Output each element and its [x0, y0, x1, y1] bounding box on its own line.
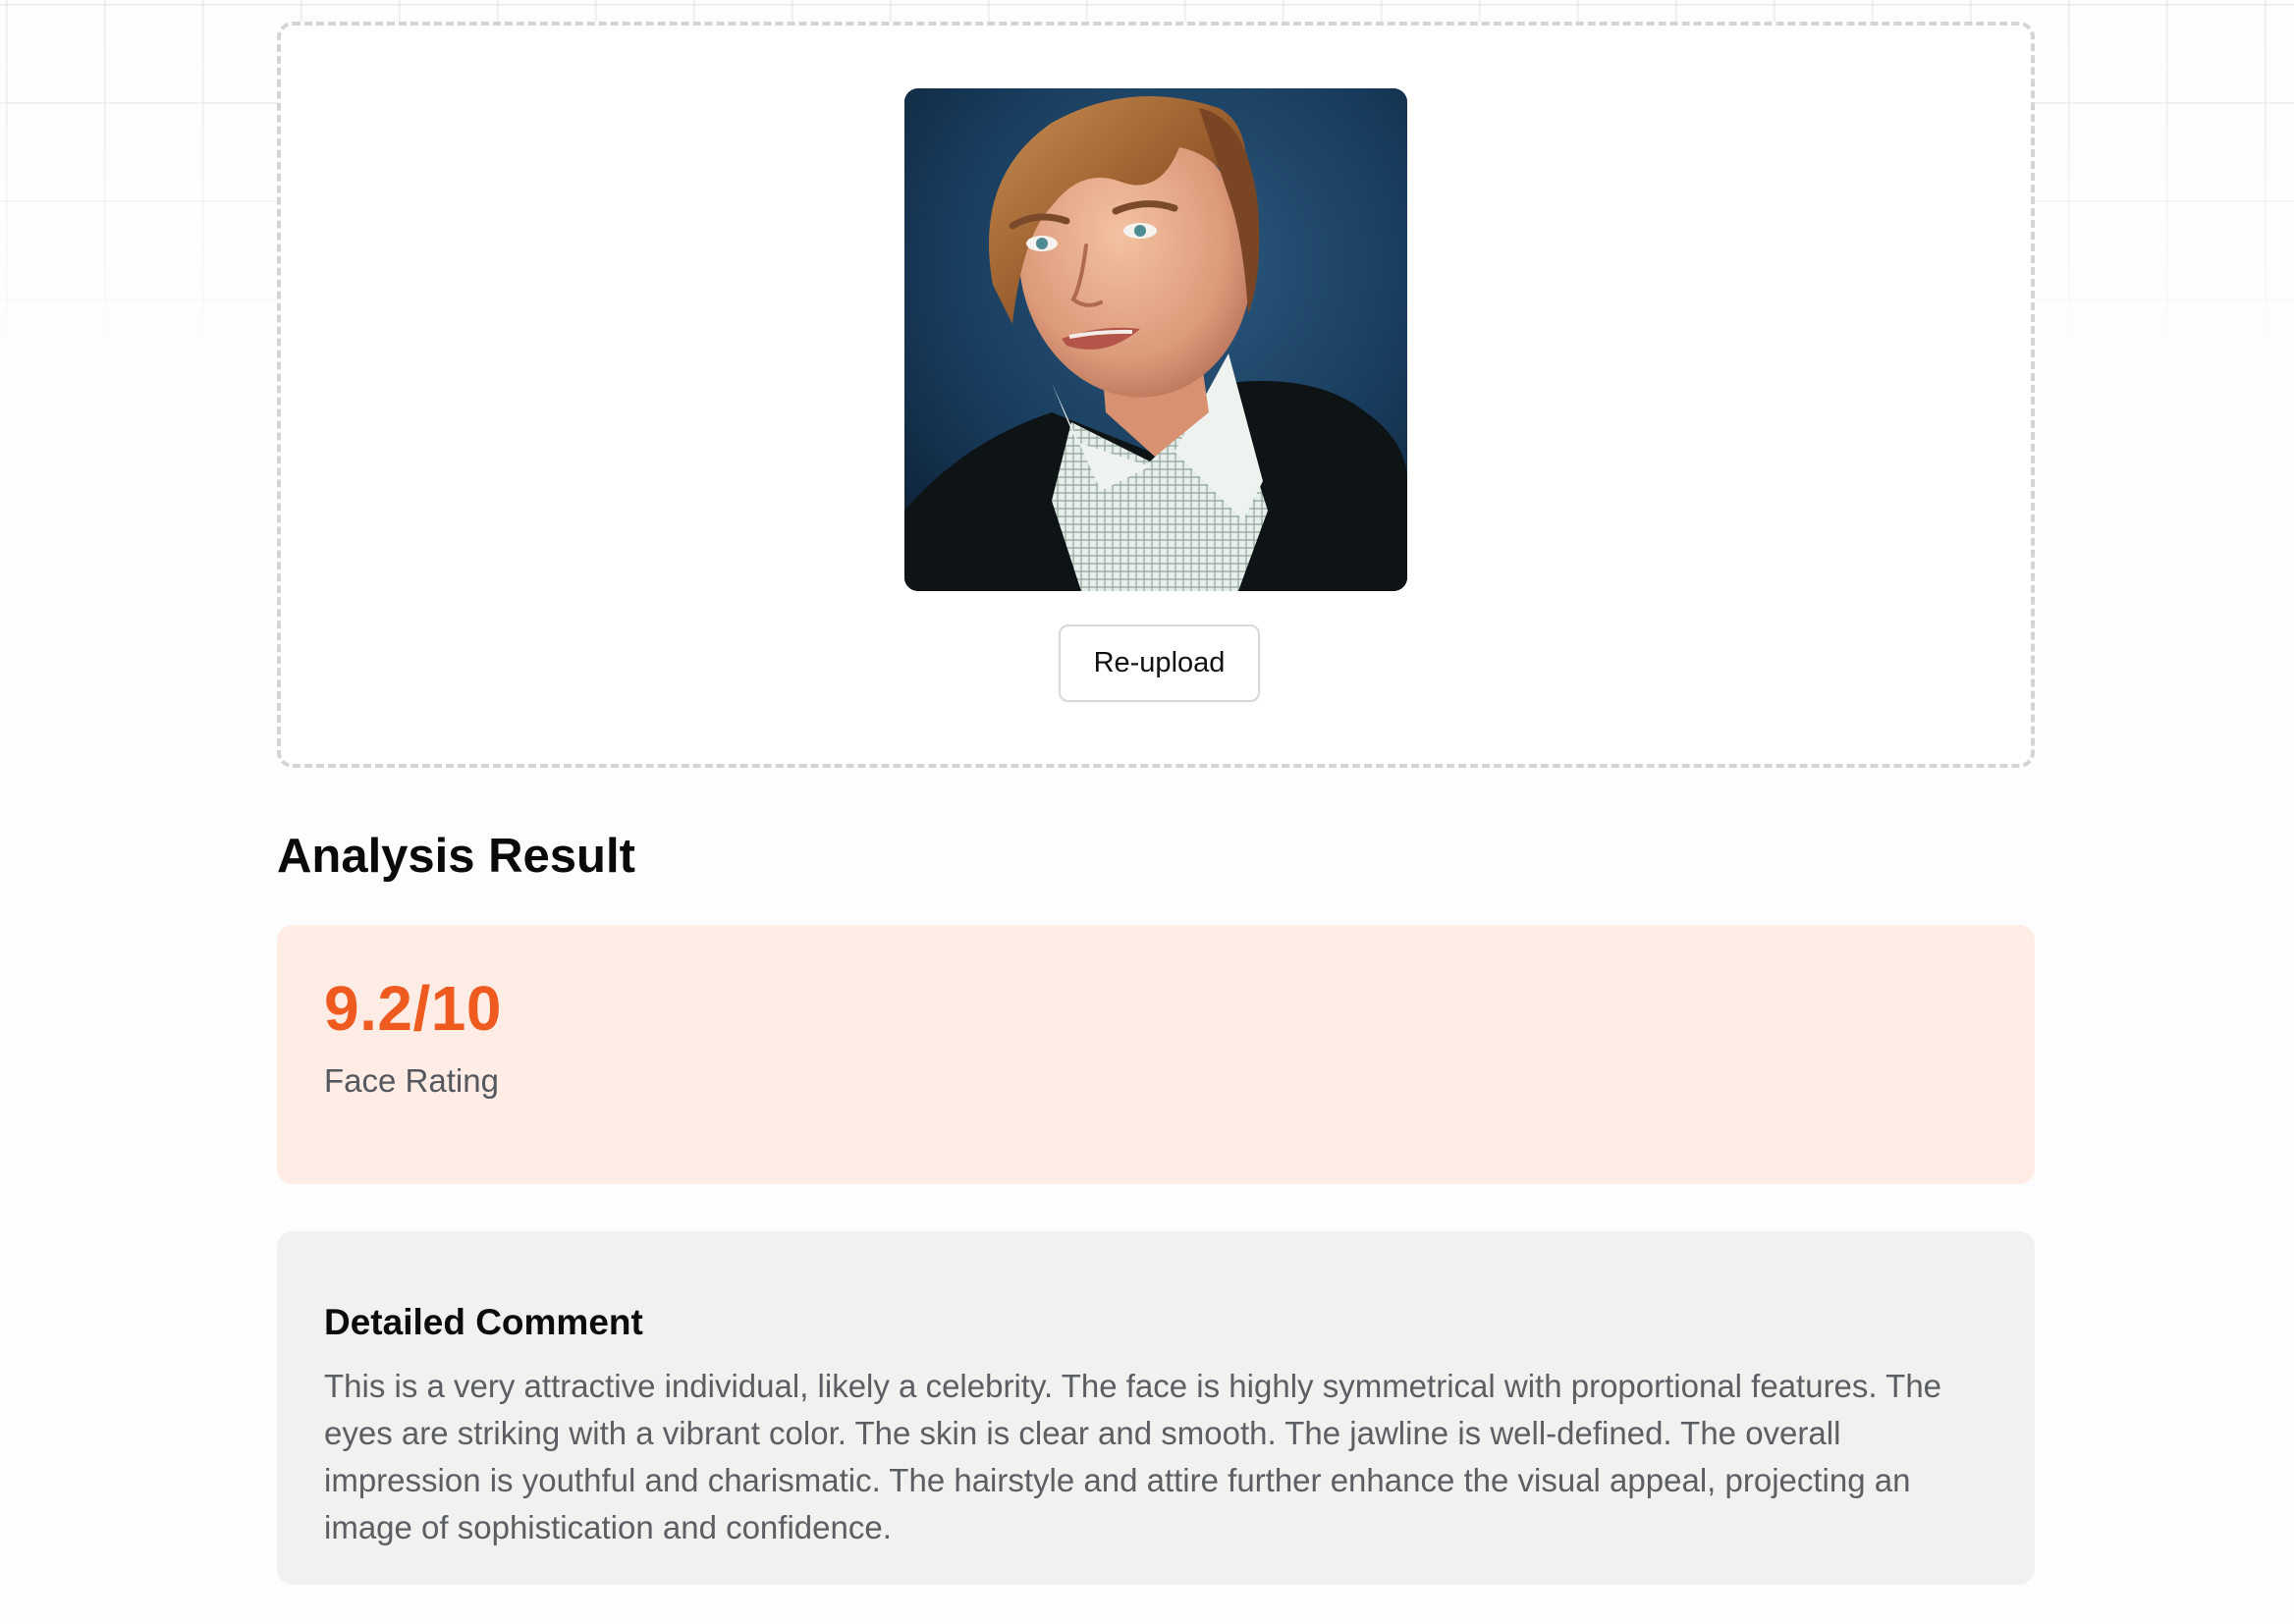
score-card: 9.2/10 Face Rating [277, 925, 2035, 1184]
reupload-button[interactable]: Re-upload [1059, 624, 1260, 702]
uploaded-photo [904, 88, 1407, 591]
detailed-comment-text: This is a very attractive individual, li… [324, 1368, 1942, 1545]
detailed-comment-card: Detailed Comment This is a very attracti… [277, 1231, 2035, 1585]
detailed-comment-title: Detailed Comment [324, 1302, 643, 1342]
face-score-label: Face Rating [324, 1062, 499, 1099]
upload-dropzone[interactable]: Re-upload [277, 22, 2035, 768]
face-score-value: 9.2/10 [324, 973, 502, 1044]
main-content: Re-upload Analysis Result 9.2/10 Face Ra… [277, 22, 2035, 1585]
analysis-result-title: Analysis Result [277, 830, 635, 883]
portrait-image [904, 88, 1407, 591]
